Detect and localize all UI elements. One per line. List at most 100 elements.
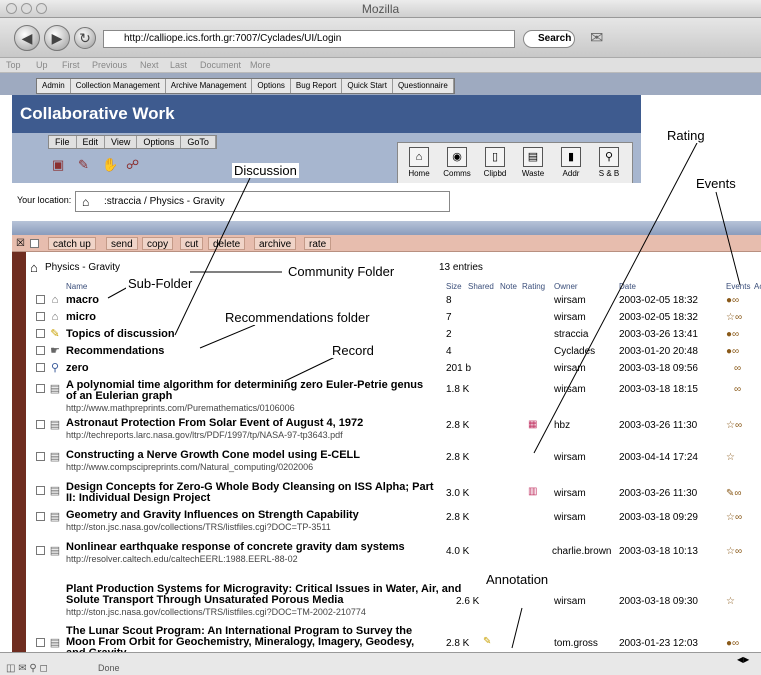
pin-icon[interactable]: ✎	[78, 157, 89, 173]
row-checkbox[interactable]	[36, 452, 45, 461]
tab-bug-report[interactable]: Bug Report	[291, 79, 343, 93]
row-checkbox[interactable]	[36, 384, 45, 393]
row-checkbox[interactable]	[36, 546, 45, 555]
back-button[interactable]: ◀	[14, 25, 40, 51]
location-path-box[interactable]: ⌂ :straccia / Physics - Gravity	[75, 191, 450, 212]
column-shared[interactable]: Shared	[468, 282, 494, 291]
row-name[interactable]: Design Concepts for Zero-G Whole Body Cl…	[66, 482, 436, 504]
tab-collection-management[interactable]: Collection Management	[71, 79, 166, 93]
row-name[interactable]: Nonlinear earthquake response of concret…	[66, 542, 436, 565]
info-icon[interactable]: ▣	[52, 157, 64, 173]
app-sb[interactable]: ⚲ S & B	[594, 147, 624, 178]
events-icon[interactable]: ☆∞	[726, 312, 742, 323]
row-checkbox[interactable]	[36, 420, 45, 429]
row-name[interactable]: Astronaut Protection From Solar Event of…	[66, 418, 436, 441]
app-comms[interactable]: ◉ Comms	[442, 147, 472, 178]
annotation-icon[interactable]: ✎	[483, 636, 491, 647]
events-icon[interactable]: ●∞	[726, 329, 739, 340]
delete-button[interactable]: delete	[208, 237, 246, 250]
events-icon[interactable]: ✎∞	[726, 488, 742, 499]
events-icon[interactable]: ∞	[734, 363, 741, 374]
menu-options[interactable]: Options	[137, 136, 182, 148]
column-owner[interactable]: Owner	[554, 282, 578, 291]
cut-button[interactable]: cut	[180, 237, 204, 250]
row-checkbox[interactable]	[36, 486, 45, 495]
row-checkbox[interactable]	[36, 363, 45, 372]
menu-edit[interactable]: Edit	[77, 136, 106, 148]
row-name[interactable]: Plant Production Systems for Microgravit…	[66, 584, 486, 618]
nav-last[interactable]: Last	[170, 60, 187, 70]
nav-previous[interactable]: Previous	[92, 60, 127, 70]
row-name[interactable]: Recommendations	[66, 346, 164, 357]
print-icon[interactable]: ✉	[590, 28, 603, 48]
row-date: 2003-03-18 09:29	[619, 512, 698, 523]
hand-icon[interactable]: ✋	[102, 157, 118, 173]
row-name[interactable]: zero	[66, 363, 89, 374]
row-name[interactable]: micro	[66, 312, 96, 323]
tab-quick-start[interactable]: Quick Start	[342, 79, 393, 93]
row-checkbox[interactable]	[36, 295, 45, 304]
people-icon[interactable]: ☍	[126, 157, 139, 173]
column-events[interactable]: Events	[726, 282, 750, 291]
tab-archive-management[interactable]: Archive Management	[166, 79, 253, 93]
nav-top[interactable]: Top	[6, 60, 21, 70]
app-home[interactable]: ⌂ Home	[404, 147, 434, 178]
nav-first[interactable]: First	[62, 60, 80, 70]
events-icon[interactable]: ∞	[734, 384, 741, 395]
row-name[interactable]: macro	[66, 295, 99, 306]
column-ac[interactable]: Ac	[754, 282, 761, 291]
events-icon[interactable]: ☆	[726, 596, 735, 607]
column-name[interactable]: Name	[66, 282, 87, 291]
app-waste[interactable]: ▤ Waste	[518, 147, 548, 178]
events-icon[interactable]: ☆	[726, 452, 735, 463]
events-icon[interactable]: ●∞	[726, 346, 739, 357]
reload-button[interactable]: ↻	[74, 27, 96, 49]
nav-more[interactable]: More	[250, 60, 271, 70]
row-name[interactable]: Constructing a Nerve Growth Cone model u…	[66, 450, 436, 473]
nav-up[interactable]: Up	[36, 60, 48, 70]
archive-button[interactable]: archive	[254, 237, 297, 250]
scroll-arrows-icon[interactable]: ◀▶	[737, 655, 749, 664]
menu-view[interactable]: View	[105, 136, 138, 148]
send-button[interactable]: send	[106, 237, 138, 250]
app-clipbd[interactable]: ▯ Clipbd	[480, 147, 510, 178]
events-icon[interactable]: ●∞	[726, 295, 739, 306]
nav-document[interactable]: Document	[200, 60, 241, 70]
rating-icon[interactable]: ▥	[528, 486, 537, 497]
row-checkbox[interactable]	[36, 329, 45, 338]
tab-admin[interactable]: Admin	[37, 79, 71, 93]
folder-listing: ⌂ Physics - Gravity 13 entries Name Size…	[26, 252, 761, 659]
select-all-icon[interactable]: ☒	[16, 238, 25, 249]
forward-button[interactable]: ▶	[44, 25, 70, 51]
menu-file[interactable]: File	[49, 136, 77, 148]
rate-button[interactable]: rate	[304, 237, 332, 250]
menu-goto[interactable]: GoTo	[181, 136, 216, 148]
catch-up-button[interactable]: catch up	[48, 237, 96, 250]
events-icon[interactable]: ●∞	[726, 638, 739, 649]
column-date[interactable]: Date	[619, 282, 636, 291]
tab-options[interactable]: Options	[252, 79, 291, 93]
row-name[interactable]: Geometry and Gravity Influences on Stren…	[66, 510, 436, 533]
column-note[interactable]: Note	[500, 282, 517, 291]
row-checkbox[interactable]	[36, 346, 45, 355]
events-icon[interactable]: ☆∞	[726, 512, 742, 523]
url-field[interactable]: http://calliope.ics.forth.gr:7007/Cyclad…	[103, 30, 515, 48]
column-rating[interactable]: Rating	[522, 282, 545, 291]
column-size[interactable]: Size	[446, 282, 462, 291]
row-name[interactable]: Topics of discussion	[66, 329, 175, 340]
row-checkbox[interactable]	[36, 312, 45, 321]
rating-icon[interactable]: ▦	[528, 419, 537, 430]
row-checkbox[interactable]	[36, 512, 45, 521]
row-checkbox[interactable]	[36, 638, 45, 647]
nav-next[interactable]: Next	[140, 60, 159, 70]
search-button[interactable]: Search	[523, 30, 575, 48]
copy-button[interactable]: copy	[142, 237, 174, 250]
tab-questionnaire[interactable]: Questionnaire	[393, 79, 454, 93]
row-name[interactable]: A polynomial time algorithm for determin…	[66, 380, 436, 414]
events-icon[interactable]: ☆∞	[726, 546, 742, 557]
folder-name: Physics - Gravity	[45, 262, 121, 273]
app-addr[interactable]: ▮ Addr	[556, 147, 586, 178]
document-icon: ▤	[49, 419, 61, 431]
select-all-checkbox[interactable]	[30, 239, 39, 248]
events-icon[interactable]: ☆∞	[726, 420, 742, 431]
